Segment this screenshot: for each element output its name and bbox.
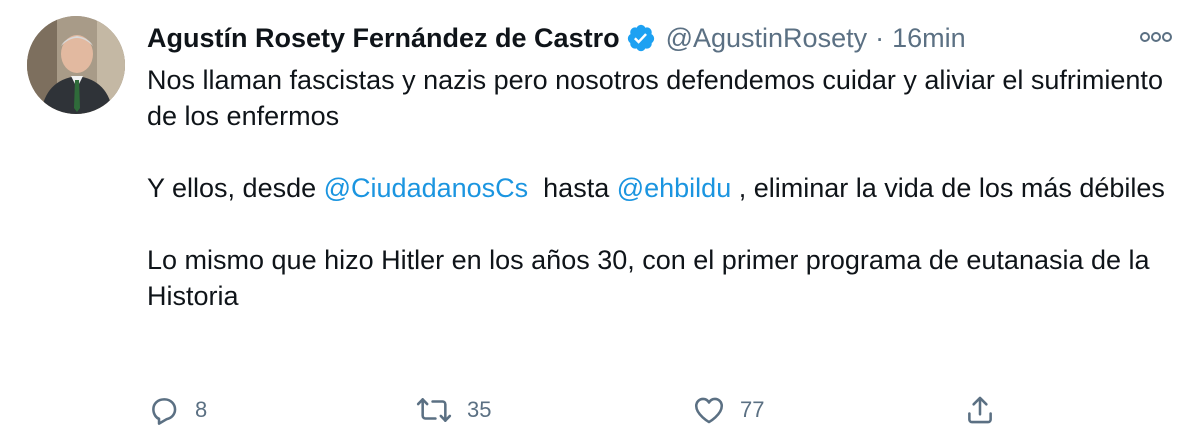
tweet: Agustín Rosety Fernández de Castro @Agus… [0,0,1200,447]
tweet-paragraph-2: Y ellos, desde @CiudadanosCs hasta @ehbi… [147,170,1177,206]
user-handle[interactable]: @AgustinRosety [666,23,868,54]
retweet-button[interactable]: 35 [415,388,491,432]
paragraph-2-suffix: , eliminar la vida de los más débiles [731,173,1165,203]
tweet-paragraph-1: Nos llaman fascistas y nazis pero nosotr… [147,65,1163,131]
like-button[interactable]: 77 [692,388,764,432]
verified-badge-icon [626,23,656,53]
timestamp[interactable]: 16min [892,23,966,54]
retweet-count: 35 [467,397,492,422]
avatar[interactable] [27,16,125,114]
paragraph-2-middle: hasta [528,173,617,203]
tweet-text: Nos llaman fascistas y nazis pero nosotr… [147,62,1177,314]
separator-dot: · [875,22,885,53]
reply-button[interactable]: 8 [147,388,207,432]
paragraph-2-prefix: Y ellos, desde [147,173,324,203]
share-button[interactable] [963,388,997,432]
reply-count: 8 [195,397,208,422]
reply-icon [147,393,181,427]
profile-photo [27,16,125,114]
heart-icon [692,393,726,427]
tweet-paragraph-3: Lo mismo que hizo Hitler en los años 30,… [147,245,1150,311]
share-icon [963,393,997,427]
like-count: 77 [740,397,765,422]
display-name[interactable]: Agustín Rosety Fernández de Castro [147,23,620,54]
more-options-icon[interactable] [1136,22,1176,52]
retweet-icon [415,393,453,427]
tweet-actions: 8 35 77 [147,388,1007,432]
mention-ehbildu[interactable]: @ehbildu [617,173,732,203]
tweet-header: Agustín Rosety Fernández de Castro @Agus… [147,18,966,58]
mention-ciudadanos[interactable]: @CiudadanosCs [324,173,529,203]
